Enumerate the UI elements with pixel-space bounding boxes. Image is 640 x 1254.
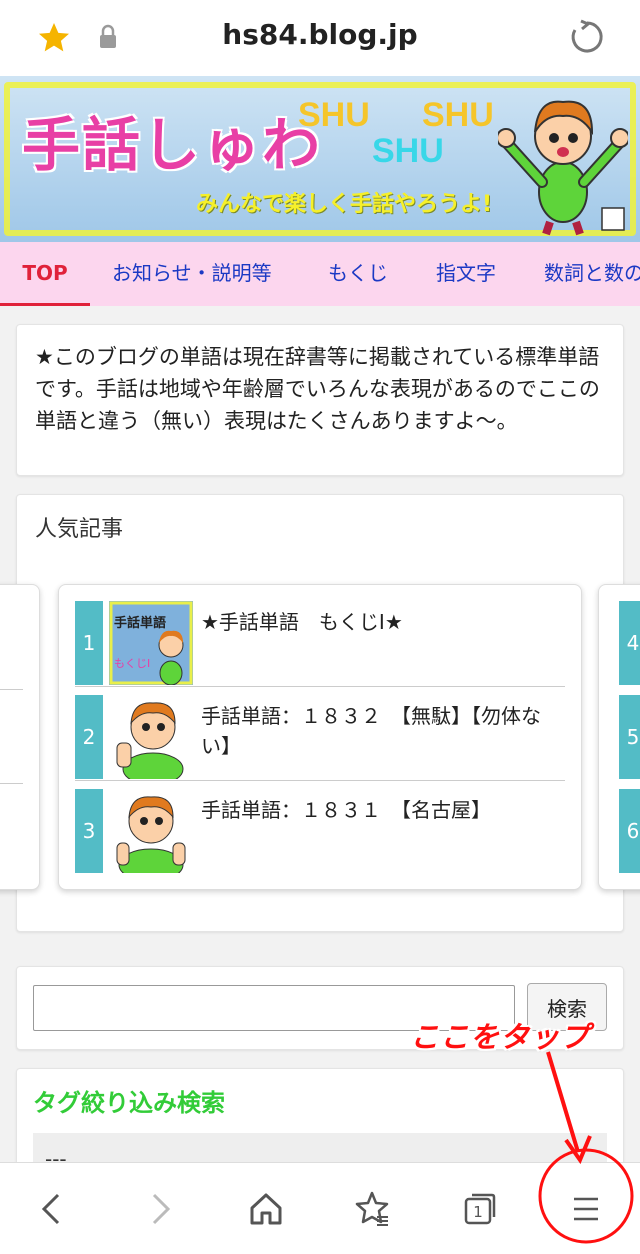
banner-tagline: みんなで楽しく手話やろうよ! <box>196 192 493 217</box>
menu-icon[interactable] <box>558 1181 614 1237</box>
tab-notice[interactable]: お知らせ・説明等 <box>112 242 272 306</box>
url-text[interactable]: hs84.blog.jp <box>0 18 640 51</box>
notice-card: ★このブログの単語は現在辞書等に掲載されている標準単語です。手話は地域や年齢層で… <box>16 324 624 476</box>
tab-fingerspelling[interactable]: 指文字 <box>436 242 496 306</box>
article-title[interactable]: ★手話単語 もくじⅠ★ <box>201 607 561 637</box>
article-title[interactable]: 手話単語：１８３２ 【無駄】【勿体ない】 <box>201 701 561 761</box>
carousel-next-card[interactable]: 4 5 6 <box>598 584 640 890</box>
browser-bottom-bar: 1 <box>0 1162 640 1254</box>
tab-numbers[interactable]: 数詞と数の <box>544 242 640 306</box>
popular-heading: 人気記事 <box>35 517 124 542</box>
browser-url-bar: hs84.blog.jp <box>0 0 640 76</box>
home-icon[interactable] <box>238 1181 294 1237</box>
ranking-item-2[interactable]: 2 手話単語：１８３２ 【無駄】【勿体ない】 <box>75 695 565 781</box>
rank-number: 6 <box>619 789 640 873</box>
tab-top[interactable]: TOP <box>0 242 90 306</box>
carousel-prev-card[interactable] <box>0 584 40 890</box>
back-icon[interactable] <box>24 1181 80 1237</box>
divider <box>0 689 23 690</box>
bookmarks-icon[interactable] <box>344 1181 400 1237</box>
nav-tabs: TOP お知らせ・説明等 もくじ 指文字 数詞と数の <box>0 242 640 306</box>
thumb-text: 手話単語 <box>114 615 166 631</box>
tap-here-annotation: ここをタップ <box>410 1020 591 1054</box>
rank-number: 1 <box>75 601 103 685</box>
shu-text-3: SHU <box>422 96 494 134</box>
notice-text: ★このブログの単語は現在辞書等に掲載されている標準単語です。手話は地域や年齢層で… <box>35 345 600 433</box>
tag-search-heading: タグ絞り込み検索 <box>33 1089 225 1117</box>
mascot-illustration <box>498 100 628 236</box>
shu-text-2: SHU <box>372 132 444 170</box>
shu-text-1: SHU <box>298 96 370 134</box>
divider <box>0 783 23 784</box>
rank-number: 2 <box>75 695 103 779</box>
article-thumbnail: 手話単語 もくじⅠ <box>109 601 193 685</box>
article-title[interactable]: 手話単語：１８３１ 【名古屋】 <box>201 795 561 825</box>
rank-number: 4 <box>619 601 640 685</box>
tabs-icon[interactable]: 1 <box>452 1181 508 1237</box>
blog-header-banner[interactable]: 手話しゅわ SHU SHU SHU みんなで楽しく手話やろうよ! <box>0 76 640 242</box>
thumb-subtext: もくじⅠ <box>114 657 150 670</box>
ranking-item-1[interactable]: 1 手話単語 もくじⅠ ★手話単語 もくじⅠ★ <box>75 601 565 687</box>
reload-icon[interactable] <box>568 18 606 56</box>
article-thumbnail <box>109 789 193 873</box>
tab-contents[interactable]: もくじ <box>328 242 388 306</box>
tab-count: 1 <box>473 1203 483 1221</box>
article-thumbnail <box>109 695 193 779</box>
ranking-item-3[interactable]: 3 手話単語：１８３１ 【名古屋】 <box>75 789 565 875</box>
rank-number: 5 <box>619 695 640 779</box>
blog-title: 手話しゅわ <box>22 111 323 179</box>
forward-icon[interactable] <box>132 1181 188 1237</box>
rank-number: 3 <box>75 789 103 873</box>
ranking-card: 1 手話単語 もくじⅠ ★手話単語 もくじⅠ★ 2 手話単語：１８３２ 【無駄】… <box>58 584 582 890</box>
